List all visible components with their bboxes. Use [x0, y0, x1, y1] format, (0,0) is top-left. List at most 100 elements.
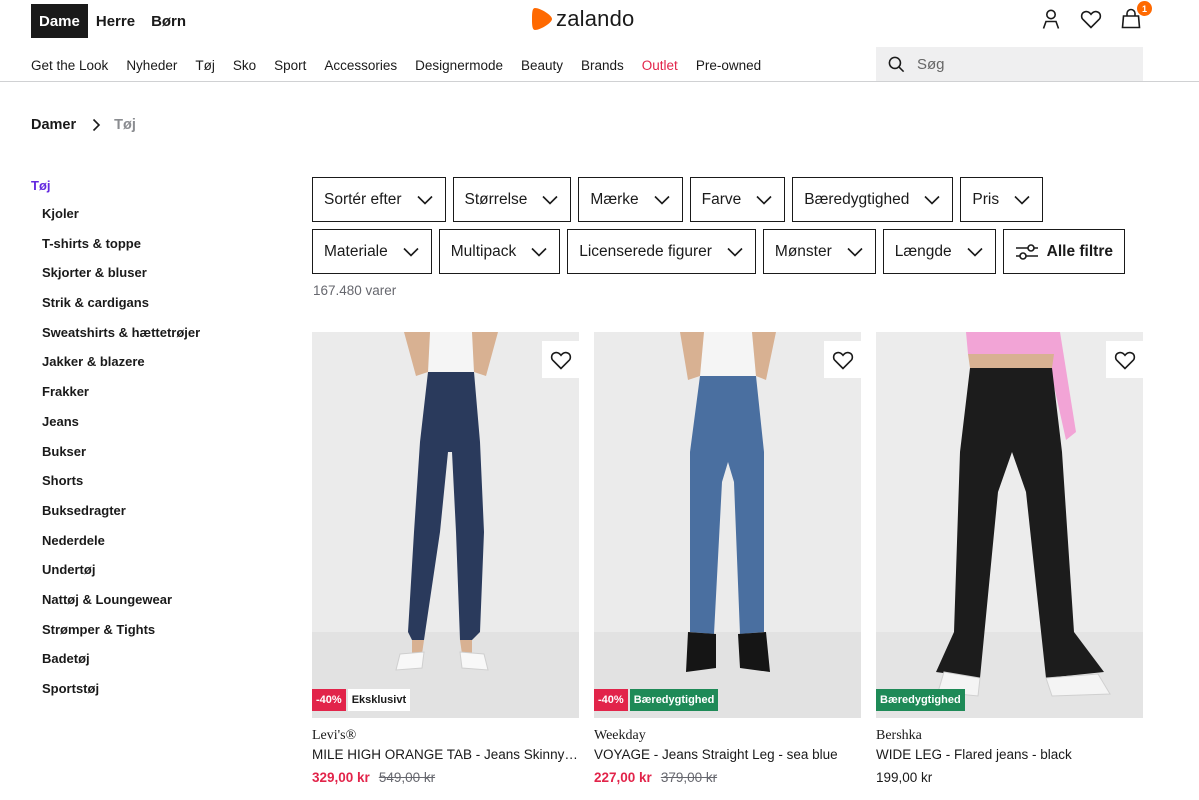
sidebar-item-buksedragter[interactable]: Buksedragter: [42, 503, 200, 533]
sidebar-item-shorts[interactable]: Shorts: [42, 473, 200, 503]
product-name[interactable]: VOYAGE - Jeans Straight Leg - sea blue: [594, 747, 861, 762]
product-card[interactable]: -40% Eksklusivt Levi's® MILE HIGH ORANGE…: [312, 332, 579, 785]
filter-size[interactable]: Størrelse: [452, 177, 572, 222]
zalando-logo-icon: [532, 8, 552, 30]
sidebar-category-list: Kjoler T-shirts & toppe Skjorter & bluse…: [31, 206, 200, 711]
heart-icon: [1114, 351, 1135, 370]
nav-item-nyheder[interactable]: Nyheder: [126, 58, 177, 73]
discount-badge: -40%: [594, 689, 628, 711]
exclusive-badge: Eksklusivt: [347, 689, 411, 711]
nav-item-brands[interactable]: Brands: [581, 58, 624, 73]
filter-licensed[interactable]: Licenserede figurer: [567, 229, 756, 274]
user-icon[interactable]: [1039, 7, 1063, 31]
category-sidebar: Tøj Kjoler T-shirts & toppe Skjorter & b…: [31, 178, 200, 711]
filter-multipack[interactable]: Multipack: [438, 229, 561, 274]
sidebar-item-nederdele[interactable]: Nederdele: [42, 533, 200, 563]
sidebar-item-bukser[interactable]: Bukser: [42, 444, 200, 474]
product-brand: Levi's®: [312, 728, 357, 743]
sidebar-item-sweatshirts[interactable]: Sweatshirts & hættetrøjer: [42, 325, 200, 355]
sidebar-item-jeans[interactable]: Jeans: [42, 414, 200, 444]
price: 199,00 kr: [876, 770, 933, 785]
bag-icon[interactable]: 1: [1119, 1, 1152, 31]
gender-tab-born[interactable]: Børn: [143, 4, 194, 38]
nav-item-beauty[interactable]: Beauty: [521, 58, 563, 73]
nav-item-toj[interactable]: Tøj: [195, 58, 215, 73]
gender-tab-herre[interactable]: Herre: [88, 4, 143, 38]
filter-sustainability[interactable]: Bæredygtighed: [792, 177, 954, 222]
result-count: 167.480 varer: [313, 283, 397, 298]
sidebar-heading-toj[interactable]: Tøj: [31, 178, 200, 193]
sidebar-item-jakker[interactable]: Jakker & blazere: [42, 354, 200, 384]
product-badges: -40% Eksklusivt: [312, 689, 411, 711]
product-badges: Bæredygtighed: [876, 689, 965, 711]
sidebar-item-undertoj[interactable]: Undertøj: [42, 562, 200, 592]
search-input[interactable]: [917, 55, 1117, 73]
sidebar-item-badetoj[interactable]: Badetøj: [42, 651, 200, 681]
nav-item-pre-owned[interactable]: Pre-owned: [696, 58, 761, 73]
product-photo-bershka-jeans: [876, 332, 1143, 718]
nav-item-designermode[interactable]: Designermode: [415, 58, 503, 73]
wishlist-button[interactable]: [824, 341, 861, 378]
sidebar-item-nattoj[interactable]: Nattøj & Loungewear: [42, 592, 200, 622]
product-card[interactable]: Bæredygtighed Bershka WIDE LEG - Flared …: [876, 332, 1143, 785]
sidebar-item-sportstoj[interactable]: Sportstøj: [42, 681, 200, 711]
sliders-icon: [1015, 243, 1038, 260]
sale-price: 329,00 kr: [312, 770, 370, 785]
breadcrumb-damer[interactable]: Damer: [31, 117, 76, 133]
breadcrumb: Damer Tøj: [31, 117, 136, 133]
sidebar-item-kjoler[interactable]: Kjoler: [42, 206, 200, 236]
filter-material[interactable]: Materiale: [312, 229, 432, 274]
filter-label: Sortér efter: [324, 190, 402, 208]
product-name[interactable]: MILE HIGH ORANGE TAB - Jeans Skinny Fit …: [312, 747, 579, 762]
zalando-logo[interactable]: zalando: [531, 6, 634, 32]
wishlist-button[interactable]: [542, 341, 579, 378]
filter-label: Materiale: [324, 242, 388, 260]
filter-price[interactable]: Pris: [960, 177, 1044, 222]
product-prices: 199,00 kr: [876, 770, 1143, 785]
filter-length[interactable]: Længde: [882, 229, 996, 274]
chevron-down-icon: [403, 247, 419, 257]
nav-item-sko[interactable]: Sko: [233, 58, 256, 73]
heart-icon[interactable]: [1079, 7, 1103, 31]
filter-sort[interactable]: Sortér efter: [312, 177, 446, 222]
product-image[interactable]: Bæredygtighed: [876, 332, 1143, 718]
gender-tab-dame[interactable]: Dame: [31, 4, 88, 38]
wishlist-button[interactable]: [1106, 341, 1143, 378]
all-filters-label: Alle filtre: [1046, 242, 1113, 260]
nav-item-sport[interactable]: Sport: [274, 58, 306, 73]
filter-label: Pris: [972, 190, 1000, 208]
product-brand: Bershka: [876, 728, 922, 743]
chevron-down-icon: [727, 247, 743, 257]
sidebar-item-frakker[interactable]: Frakker: [42, 384, 200, 414]
nav-item-get-the-look[interactable]: Get the Look: [31, 58, 108, 73]
chevron-down-icon: [847, 247, 863, 257]
product-image[interactable]: -40% Bæredygtighed: [594, 332, 861, 718]
filter-label: Længde: [894, 242, 952, 260]
chevron-down-icon: [531, 247, 547, 257]
chevron-down-icon: [654, 195, 670, 205]
nav-item-outlet[interactable]: Outlet: [642, 58, 678, 73]
product-image[interactable]: -40% Eksklusivt: [312, 332, 579, 718]
nav-item-accessories[interactable]: Accessories: [324, 58, 397, 73]
sidebar-item-stromper[interactable]: Strømper & Tights: [42, 622, 200, 652]
product-name[interactable]: WIDE LEG - Flared jeans - black: [876, 747, 1143, 762]
heart-icon: [550, 351, 571, 370]
chevron-right-icon: [92, 118, 101, 132]
sidebar-item-t-shirts[interactable]: T-shirts & toppe: [42, 236, 200, 266]
filter-label: Mønster: [774, 242, 832, 260]
product-photo-levis-jeans: [312, 332, 579, 718]
filter-pattern[interactable]: Mønster: [762, 229, 876, 274]
sidebar-item-strik[interactable]: Strik & cardigans: [42, 295, 200, 325]
filter-row-1: Sortér efter Størrelse Mærke Farve Bæred…: [312, 177, 1044, 222]
filter-color[interactable]: Farve: [689, 177, 786, 222]
sidebar-item-skjorter[interactable]: Skjorter & bluser: [42, 265, 200, 295]
filter-label: Størrelse: [464, 190, 528, 208]
filter-brand[interactable]: Mærke: [578, 177, 683, 222]
search-bar[interactable]: [876, 47, 1143, 81]
all-filters-button[interactable]: Alle filtre: [1002, 229, 1125, 274]
original-price: 379,00 kr: [660, 770, 718, 785]
product-card[interactable]: -40% Bæredygtighed Weekday VOYAGE - Jean…: [594, 332, 861, 785]
chevron-down-icon: [1014, 195, 1030, 205]
sustainability-badge: Bæredygtighed: [876, 689, 965, 711]
filter-label: Bæredygtighed: [804, 190, 910, 208]
